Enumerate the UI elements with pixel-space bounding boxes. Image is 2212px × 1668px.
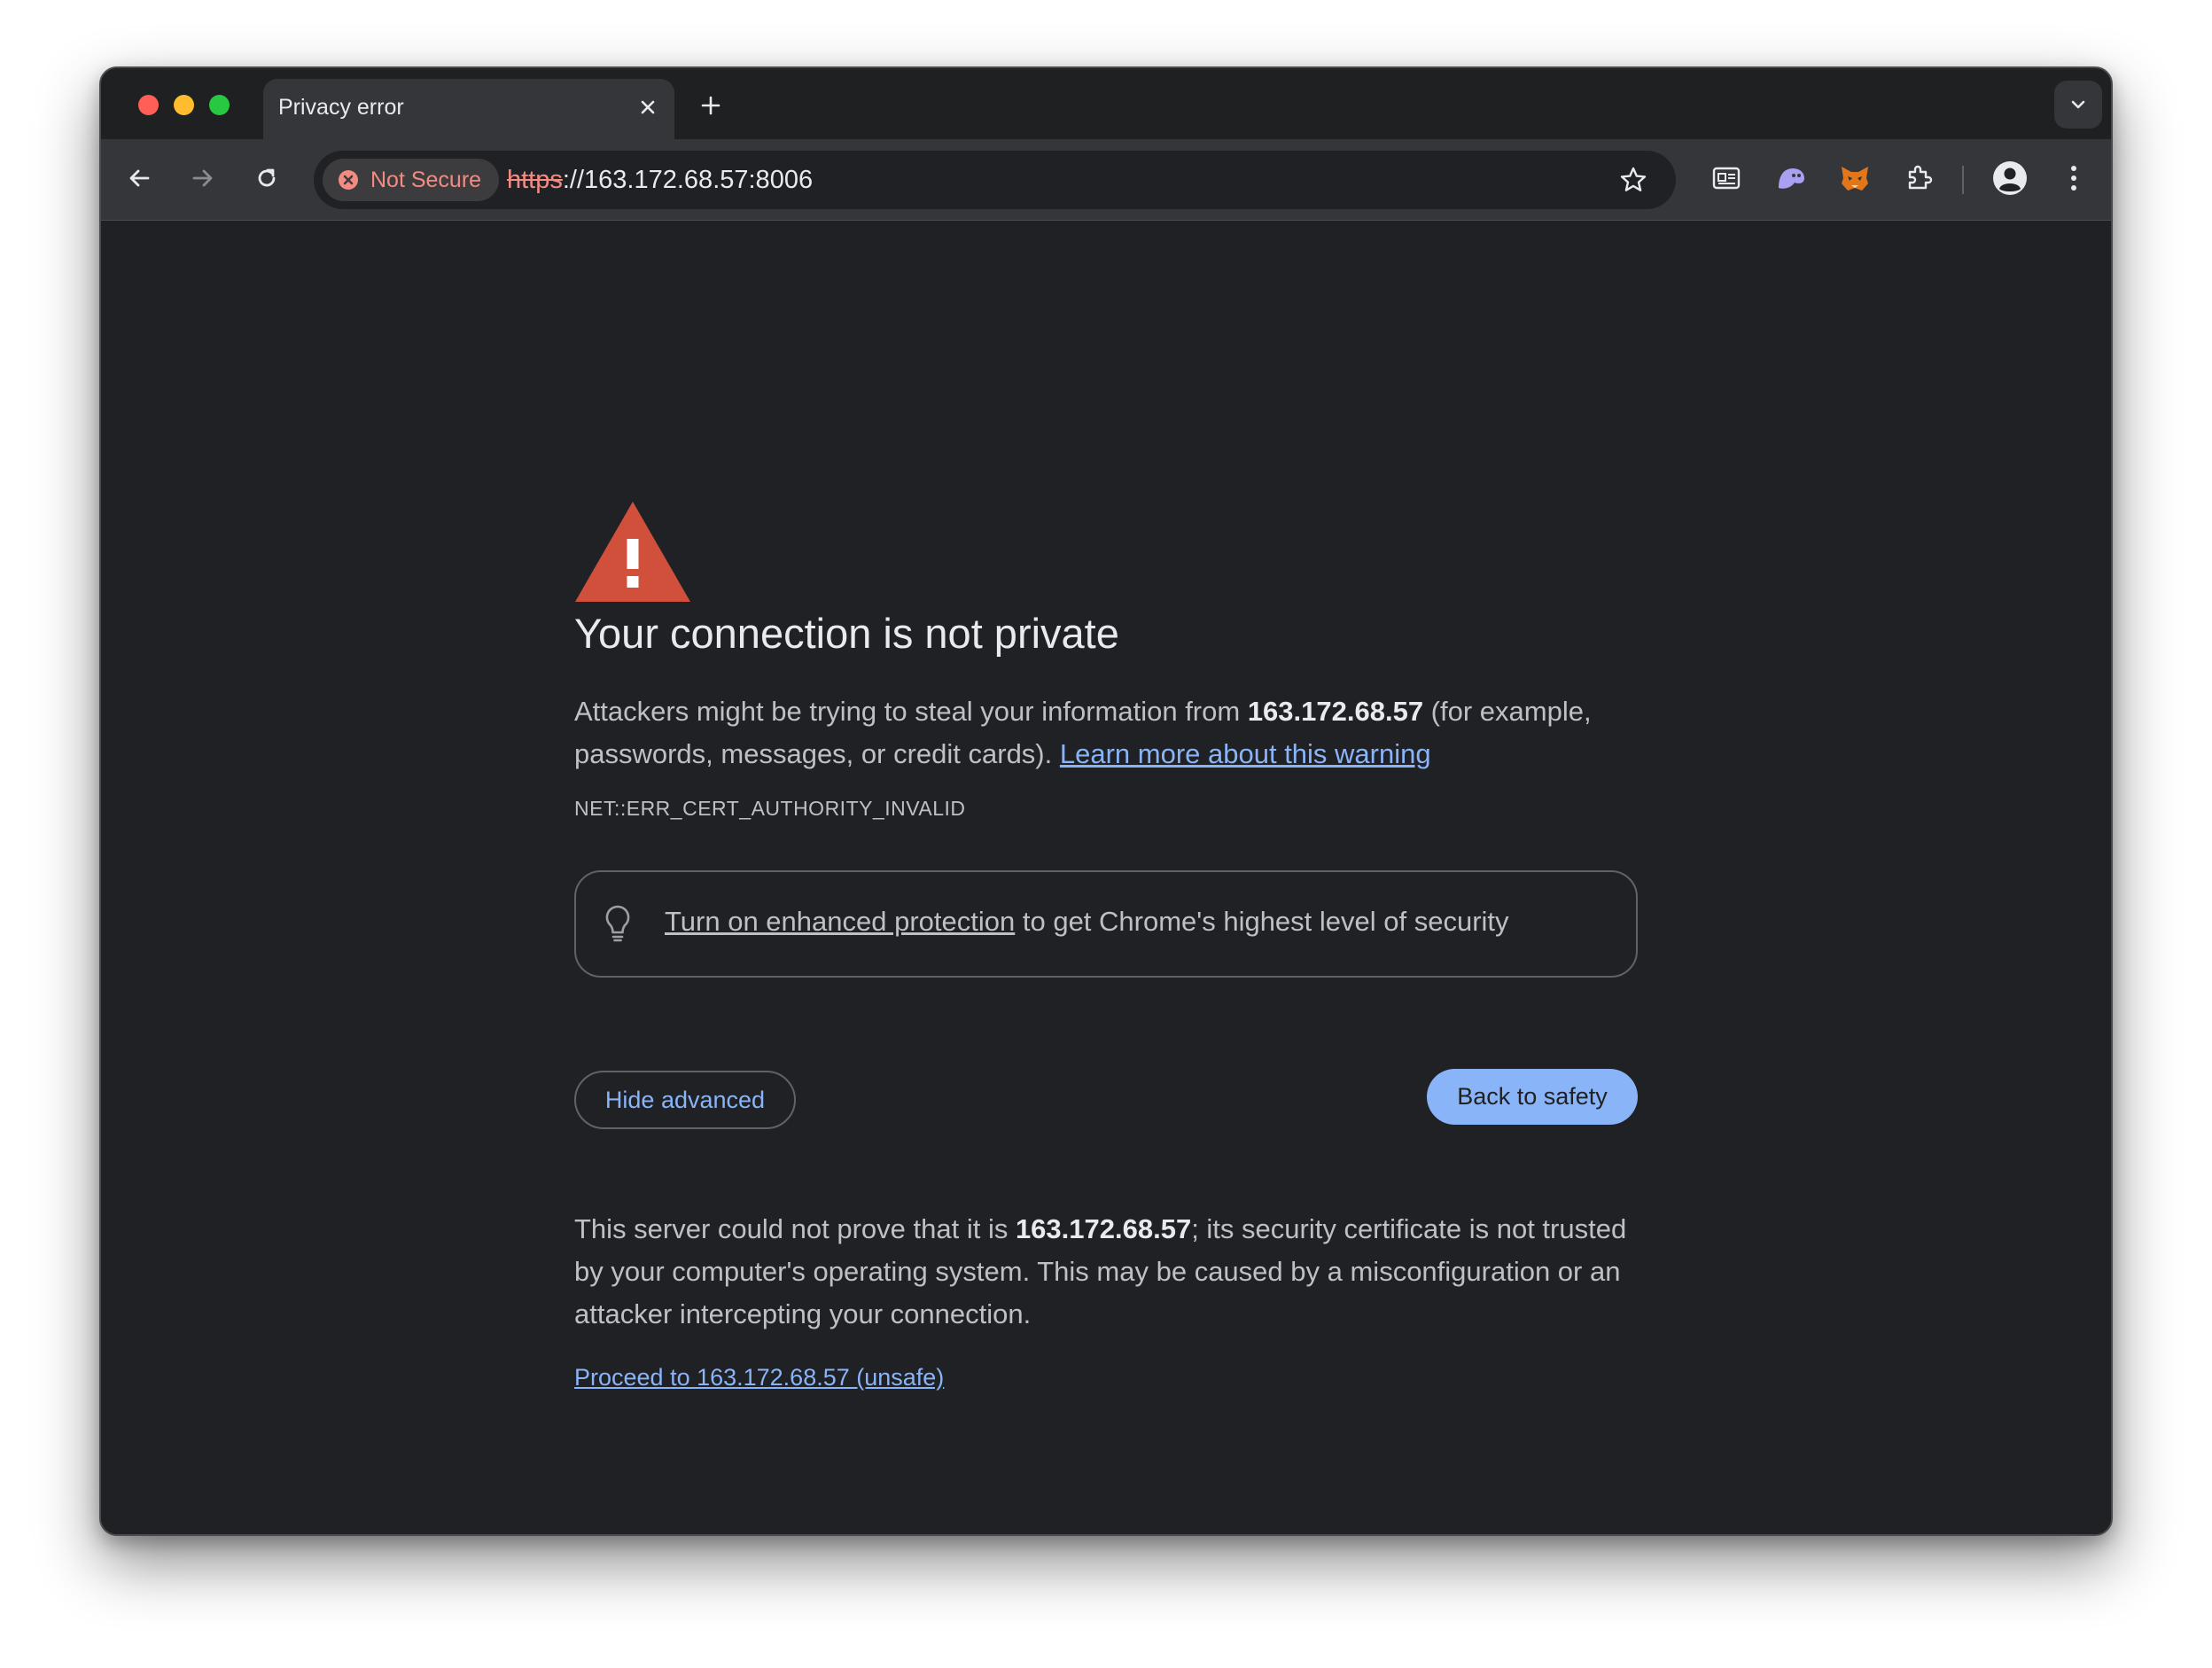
hide-advanced-button[interactable]: Hide advanced [574, 1071, 796, 1129]
details-host-name: 163.172.68.57 [1015, 1213, 1192, 1244]
extensions-button[interactable] [1897, 157, 1940, 199]
proceed-unsafe-link[interactable]: Proceed to 163.172.68.57 (unsafe) [574, 1364, 944, 1391]
promo-text-rest: to get Chrome's highest level of securit… [1015, 906, 1509, 937]
tab-close-button[interactable] [634, 93, 662, 121]
host-name: 163.172.68.57 [1247, 696, 1424, 727]
url-host: ://163.172.68.57:8006 [562, 166, 814, 194]
fox-extension-button[interactable] [1834, 157, 1876, 199]
browser-window: Privacy error Not Secure https://163.172… [99, 66, 2113, 1536]
new-tab-button[interactable] [693, 88, 728, 123]
explanation-text-start: Attackers might be trying to steal your … [574, 696, 1248, 727]
forward-button[interactable] [182, 157, 224, 199]
bookmark-button[interactable] [1617, 164, 1649, 196]
star-icon [1620, 167, 1647, 191]
reader-mode-icon [1712, 167, 1741, 190]
toolbar-separator [1962, 166, 1964, 194]
tab-title: Privacy error [278, 95, 404, 120]
url-scheme: https [507, 166, 563, 194]
reload-button[interactable] [245, 157, 288, 199]
chrome-menu-button[interactable] [2052, 157, 2095, 199]
error-circle-icon [339, 170, 358, 190]
page-title: Your connection is not private [574, 610, 1119, 657]
profile-icon [1993, 161, 2027, 195]
ghost-extension-icon [1779, 168, 1804, 189]
warning-explanation: Attackers might be trying to steal your … [574, 690, 1638, 776]
profile-button[interactable] [1989, 157, 2031, 199]
minimize-window-button[interactable] [174, 95, 194, 115]
lightbulb-icon [605, 905, 630, 942]
reload-icon [258, 168, 276, 187]
toolbar: Not Secure https://163.172.68.57:8006 [101, 139, 2111, 221]
learn-more-link[interactable]: Learn more about this warning [1060, 738, 1431, 769]
not-secure-chip[interactable]: Not Secure [323, 159, 500, 201]
interstitial-page: Your connection is not private Attackers… [101, 221, 2111, 1534]
details-text-start: This server could not prove that it is [574, 1213, 1016, 1244]
not-secure-label: Not Secure [370, 167, 482, 192]
puzzle-extensions-icon [1908, 165, 1933, 190]
back-to-safety-button[interactable]: Back to safety [1427, 1069, 1638, 1125]
tab-strip: Privacy error [101, 68, 2111, 139]
arrow-right-icon [192, 169, 213, 187]
chevron-down-icon [2071, 100, 2085, 109]
ghost-extension-button[interactable] [1770, 157, 1812, 199]
arrow-left-icon [129, 169, 150, 187]
warning-triangle-icon [575, 502, 690, 602]
address-bar[interactable]: Not Secure https://163.172.68.57:8006 [314, 151, 1676, 209]
enhanced-protection-promo: Turn on enhanced protection to get Chrom… [574, 870, 1638, 978]
url-text[interactable]: https://163.172.68.57:8006 [507, 166, 813, 195]
tab-privacy-error[interactable]: Privacy error [263, 79, 674, 139]
fox-extension-icon [1842, 167, 1868, 191]
promo-text: Turn on enhanced protection to get Chrom… [665, 906, 1509, 938]
close-window-button[interactable] [138, 95, 159, 115]
back-button[interactable] [118, 157, 160, 199]
error-code: NET::ERR_CERT_AUTHORITY_INVALID [574, 797, 966, 820]
tab-search-button[interactable] [2054, 81, 2102, 129]
reader-mode-button[interactable] [1705, 157, 1748, 199]
kebab-menu-icon [2071, 166, 2076, 191]
plus-icon [701, 96, 720, 115]
close-icon [641, 100, 655, 114]
advanced-details: This server could not prove that it is 1… [574, 1208, 1638, 1336]
zoom-window-button[interactable] [209, 95, 230, 115]
enhanced-protection-link[interactable]: Turn on enhanced protection [665, 906, 1015, 937]
